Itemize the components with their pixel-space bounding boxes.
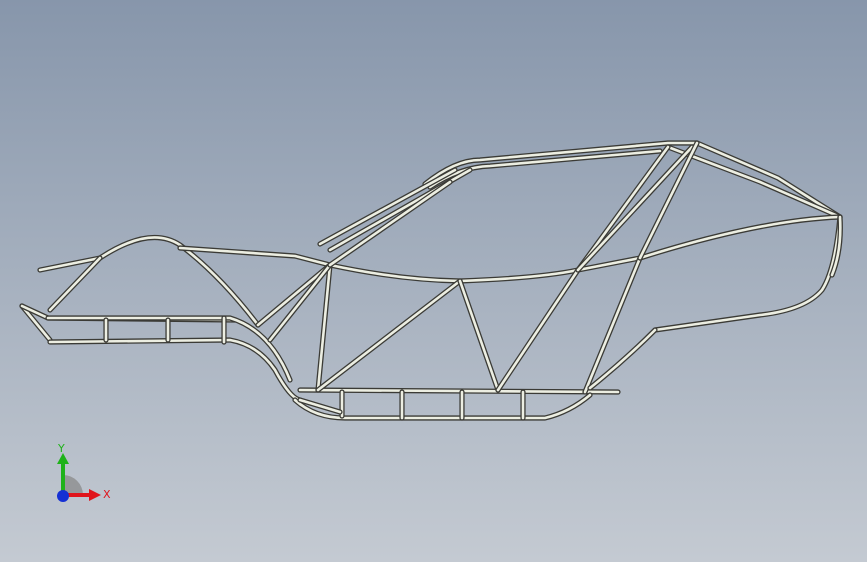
tube-member[interactable]: [316, 263, 332, 392]
tube-member[interactable]: [638, 215, 842, 260]
tube-edge: [652, 214, 843, 333]
graphics-viewport[interactable]: Y X: [0, 0, 867, 562]
tube-member[interactable]: [638, 141, 699, 260]
tube-member[interactable]: [318, 168, 457, 246]
tube-member[interactable]: [293, 393, 592, 420]
tube-member[interactable]: [458, 279, 500, 392]
z-axis-dot: [57, 490, 69, 502]
tube-edge: [47, 337, 303, 403]
coordinate-triad: Y X: [48, 440, 118, 510]
tube-member[interactable]: [316, 279, 462, 392]
tube-member[interactable]: [576, 145, 694, 272]
tube-edge: [637, 214, 843, 261]
x-axis-label: X: [103, 488, 111, 501]
y-axis-label: Y: [57, 442, 65, 455]
tube-member[interactable]: [496, 268, 580, 392]
tube-member[interactable]: [48, 338, 302, 402]
tube-member[interactable]: [256, 263, 332, 327]
tube-member[interactable]: [653, 215, 842, 332]
frame-tubes: [19, 140, 843, 421]
tube-member[interactable]: [328, 180, 452, 267]
tube-frame-model[interactable]: [0, 0, 867, 562]
tube-member[interactable]: [268, 263, 332, 342]
x-axis-arrowhead: [89, 489, 101, 501]
tube-edge: [292, 392, 593, 421]
tube-edge: [327, 255, 643, 284]
